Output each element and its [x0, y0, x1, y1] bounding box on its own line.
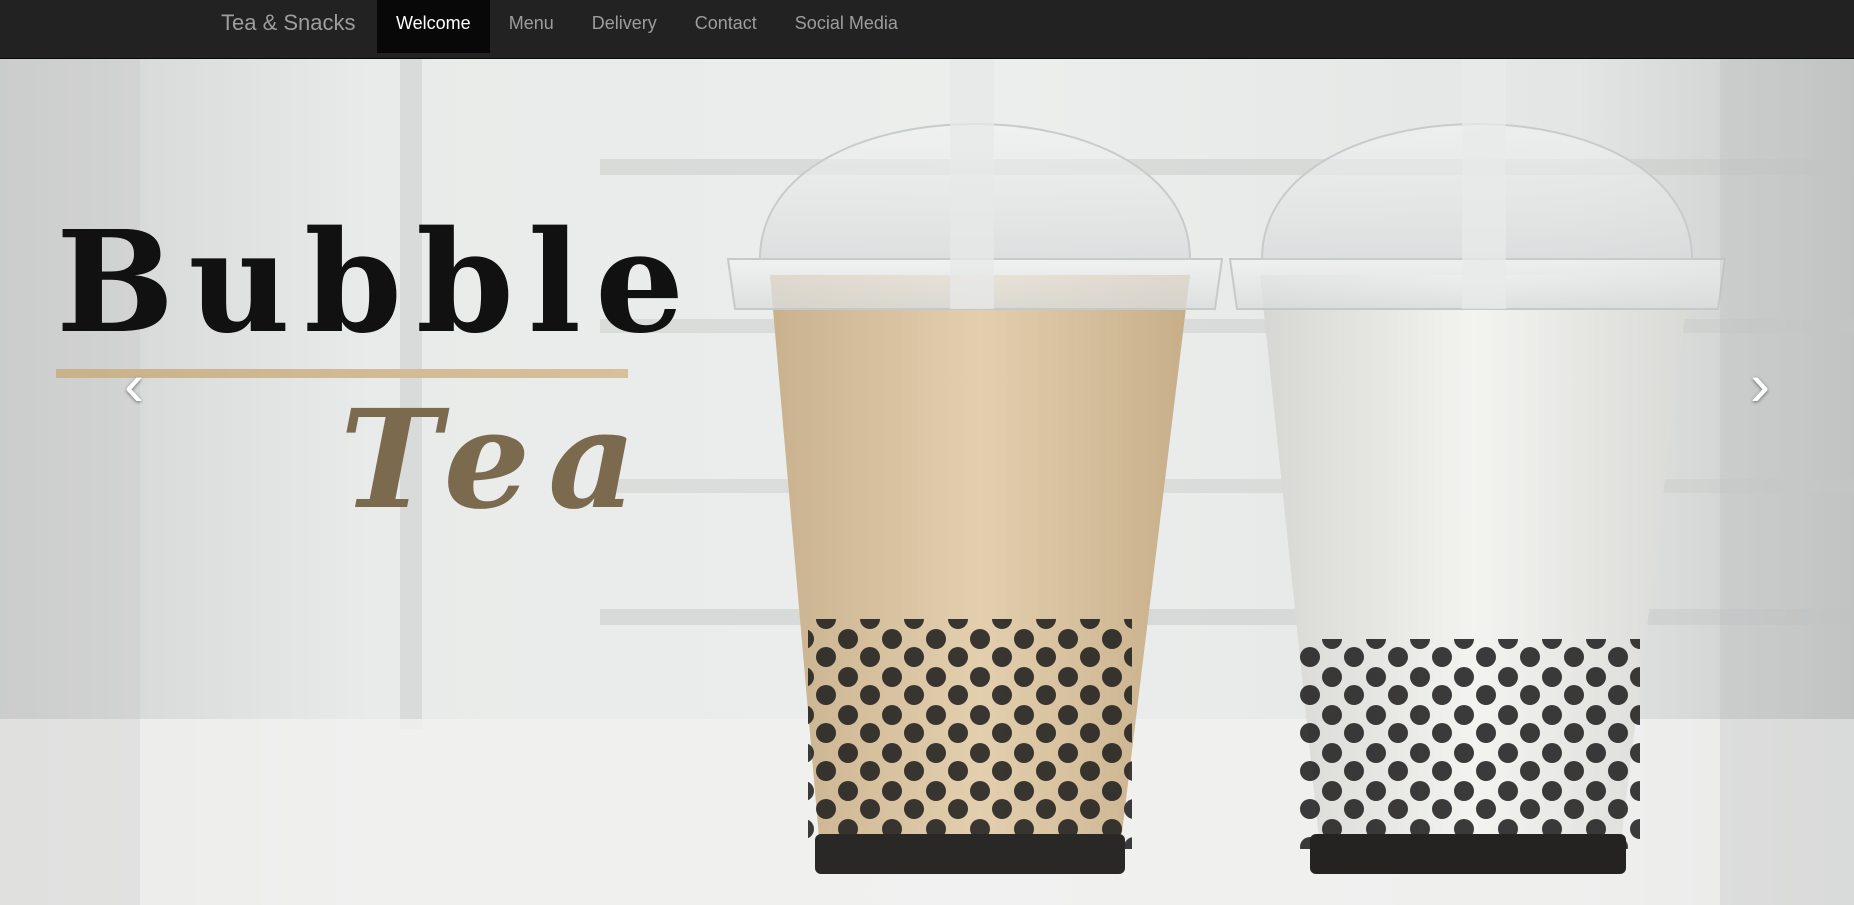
- chevron-right-icon: ›: [1750, 351, 1770, 418]
- carousel-prev-button[interactable]: ‹: [104, 355, 164, 415]
- nav-link-contact[interactable]: Contact: [676, 0, 776, 53]
- brand-link[interactable]: Tea & Snacks: [221, 0, 356, 46]
- nav-link-delivery[interactable]: Delivery: [573, 0, 676, 53]
- top-navbar: Tea & Snacks Welcome Menu Delivery Conta…: [0, 0, 1854, 59]
- bubble-tea-photo: [0, 59, 1854, 905]
- nav-link-welcome[interactable]: Welcome: [377, 0, 490, 53]
- nav-link-social-media[interactable]: Social Media: [776, 0, 917, 53]
- chevron-left-icon: ‹: [124, 351, 144, 418]
- nav-link-menu[interactable]: Menu: [490, 0, 573, 53]
- logo-word-tea: Tea: [340, 380, 655, 540]
- main-nav: Welcome Menu Delivery Contact Social Med…: [377, 0, 917, 53]
- carousel-next-button[interactable]: ›: [1730, 355, 1790, 415]
- hero-carousel: Bubble Tea ‹ ›: [0, 59, 1854, 905]
- logo-word-bubble: Bubble: [56, 201, 699, 365]
